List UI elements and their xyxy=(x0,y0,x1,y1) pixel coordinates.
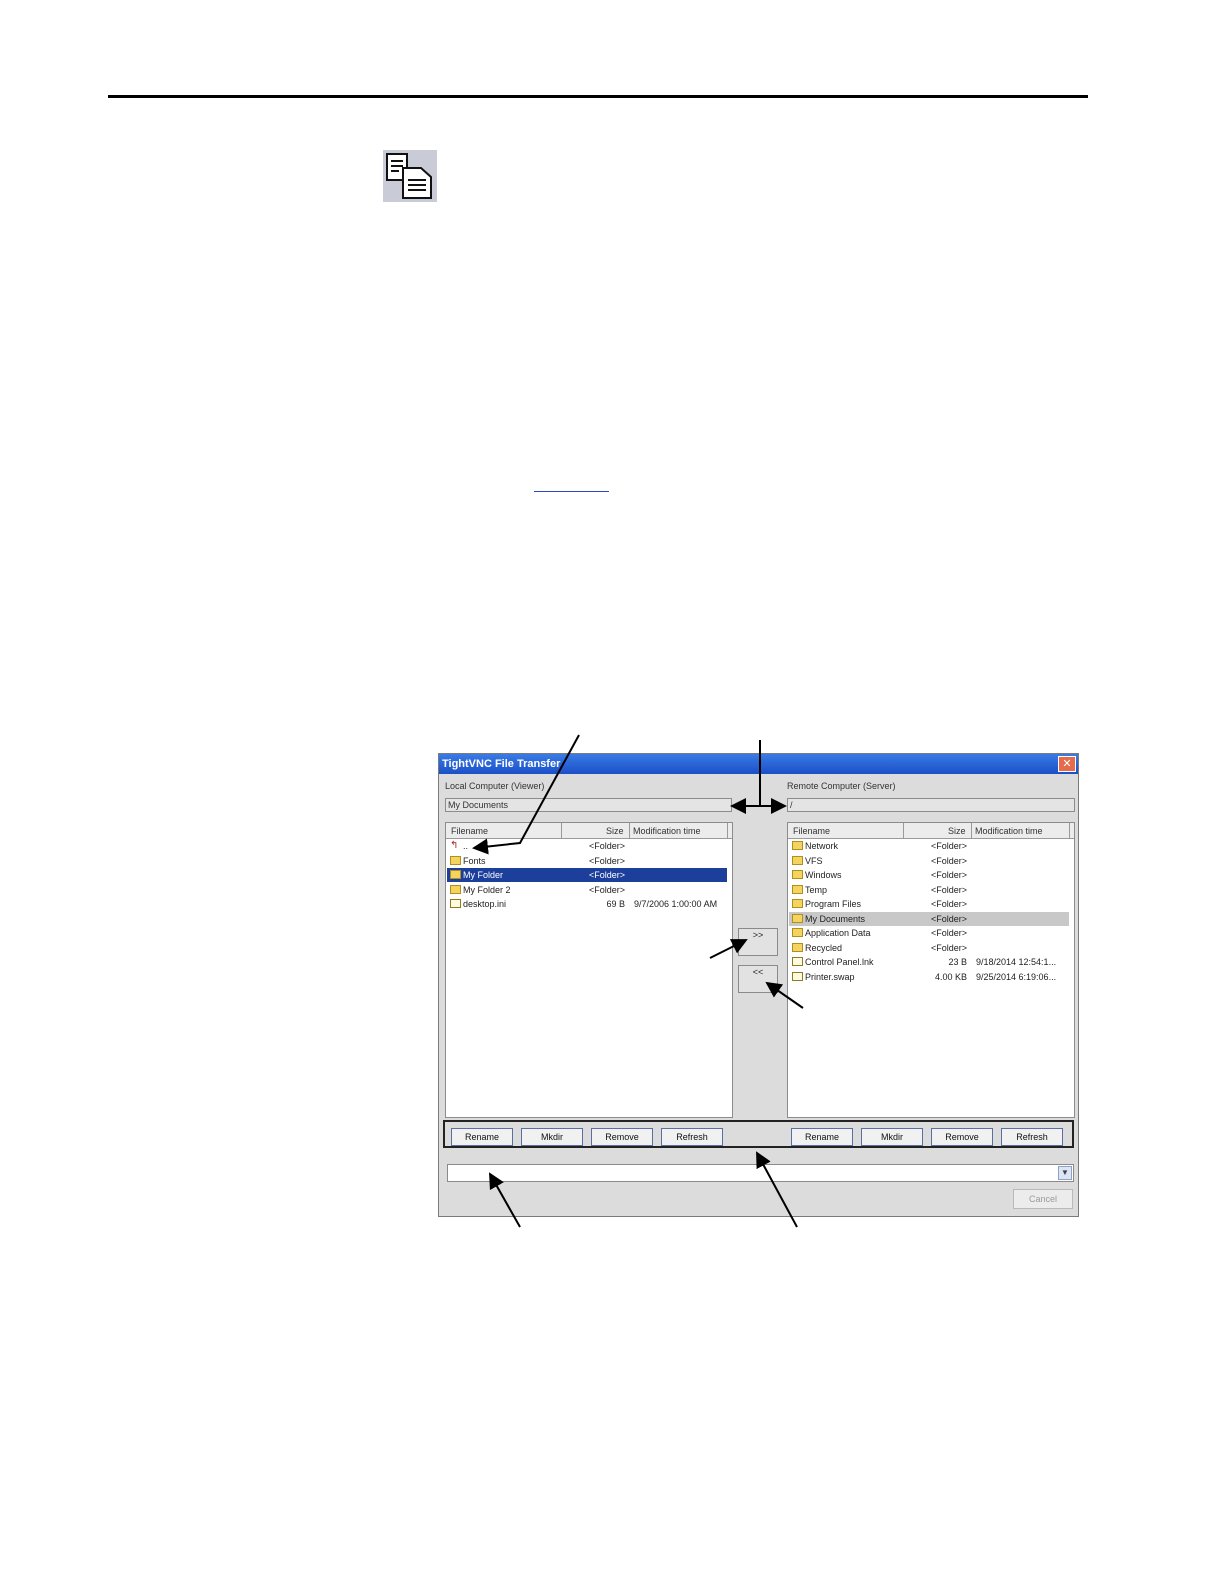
callout-arrow-status xyxy=(489,1172,521,1228)
callout-arrow-buttons xyxy=(756,1151,798,1228)
callout-arrow-up-folder xyxy=(472,734,580,855)
callout-arrow-download xyxy=(765,981,804,1009)
callout-arrows xyxy=(472,734,804,1228)
callout-arrow-upload xyxy=(709,939,748,959)
